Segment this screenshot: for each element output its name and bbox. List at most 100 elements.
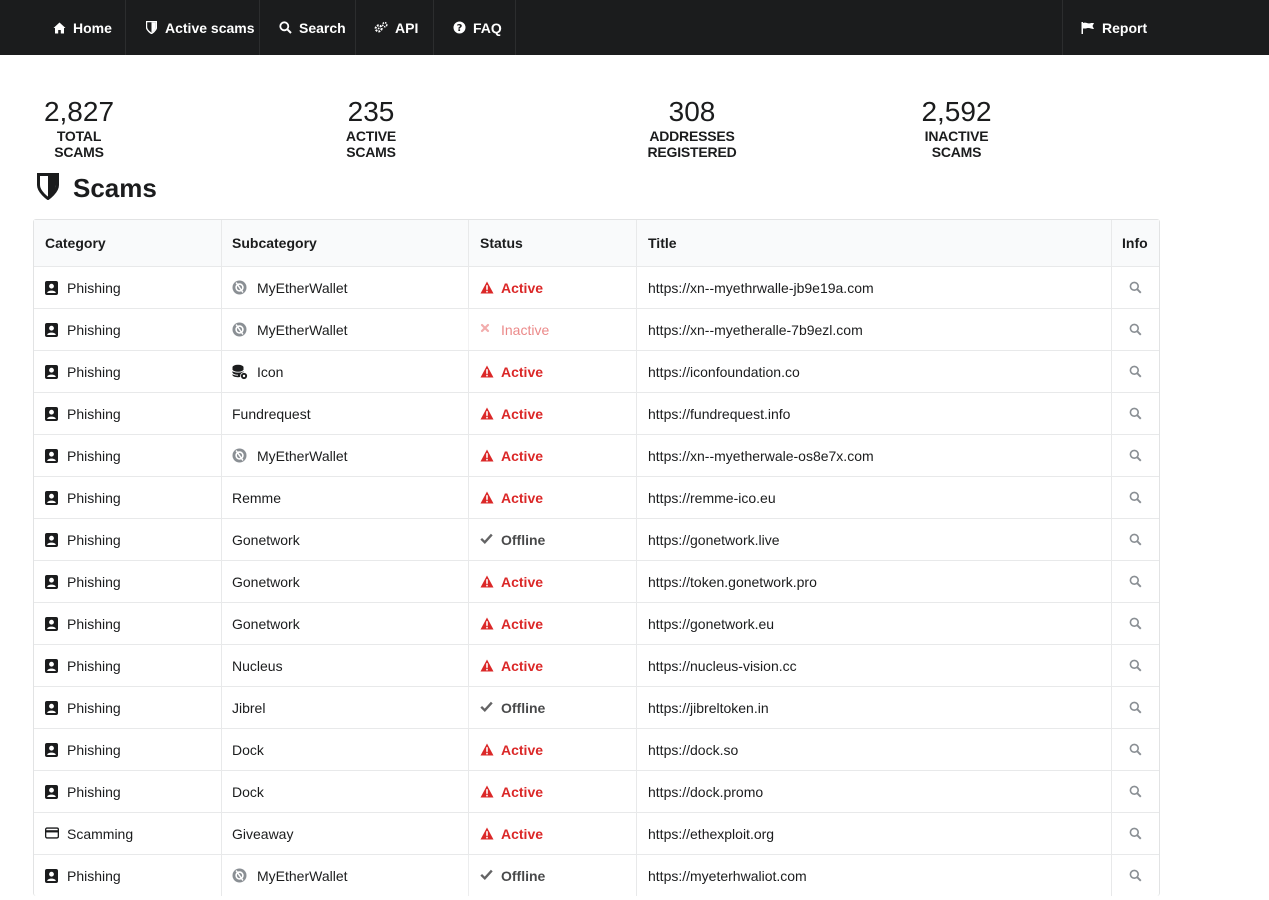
search-icon[interactable] — [1129, 785, 1143, 799]
cell-info — [1111, 645, 1159, 686]
table-row[interactable]: Phishing Jibrel Offline https://jibrelto… — [34, 686, 1159, 728]
table-row[interactable]: Phishing Fundrequest Active https://fund… — [34, 392, 1159, 434]
search-icon[interactable] — [1129, 617, 1143, 631]
user-badge-icon — [45, 448, 59, 463]
title-url[interactable]: https://ethexploit.org — [648, 826, 774, 842]
category-label: Scamming — [67, 825, 134, 842]
search-icon[interactable] — [1129, 575, 1143, 589]
search-icon[interactable] — [1129, 659, 1143, 673]
table-row[interactable]: Phishing Gonetwork Active https://token.… — [34, 560, 1159, 602]
stat-value: 308 — [668, 96, 716, 127]
search-icon[interactable] — [1129, 281, 1143, 295]
cell-status: Active — [468, 771, 636, 812]
subcategory-label: Gonetwork — [232, 573, 300, 590]
table-row[interactable]: Scamming Giveaway Active https://ethexpl… — [34, 812, 1159, 854]
title-url[interactable]: https://nucleus-vision.cc — [648, 658, 797, 674]
column-header-title[interactable]: Title — [636, 220, 1111, 266]
title-url[interactable]: https://token.gonetwork.pro — [648, 574, 817, 590]
cell-subcategory: MyEtherWallet — [221, 309, 468, 350]
cell-title: https://fundrequest.info — [636, 393, 1111, 434]
category-label: Phishing — [67, 867, 121, 884]
cell-title: https://xn--myetherwale-os8e7x.com — [636, 435, 1111, 476]
search-icon[interactable] — [1129, 365, 1143, 379]
table-row[interactable]: Phishing MyEtherWallet Offline https://m… — [34, 854, 1159, 896]
cell-category: Scamming — [34, 813, 221, 854]
search-icon[interactable] — [1129, 869, 1143, 883]
table-row[interactable]: Phishing Gonetwork Offline https://gonet… — [34, 518, 1159, 560]
stat-inactive-scams: 2,592 INACTIVE SCAMS — [899, 96, 1014, 160]
status-label: Offline — [501, 531, 546, 548]
nav-faq[interactable]: ? FAQ — [436, 0, 518, 55]
cell-category: Phishing — [34, 855, 221, 896]
user-badge-icon — [45, 784, 59, 799]
cell-title: https://dock.promo — [636, 771, 1111, 812]
nav-active-scams[interactable]: Active scams — [128, 0, 271, 55]
cell-info — [1111, 267, 1159, 308]
warning-icon — [480, 743, 494, 757]
search-icon[interactable] — [1129, 323, 1143, 337]
table-row[interactable]: Phishing Gonetwork Active https://gonetw… — [34, 602, 1159, 644]
status-label: Offline — [501, 699, 546, 716]
nav-home[interactable]: Home — [36, 0, 128, 55]
user-badge-icon — [45, 364, 59, 379]
search-icon[interactable] — [1129, 407, 1143, 421]
table-row[interactable]: Phishing Dock Active https://dock.promo — [34, 770, 1159, 812]
status-label: Active — [501, 825, 544, 842]
subcategory-label: Gonetwork — [232, 531, 300, 548]
search-icon — [278, 21, 292, 35]
title-url[interactable]: https://xn--myetheralle-7b9ezl.com — [648, 322, 863, 338]
subcategory-label: MyEtherWallet — [257, 447, 348, 464]
title-url[interactable]: https://xn--myethrwalle-jb9e19a.com — [648, 280, 874, 296]
subcategory-label: MyEtherWallet — [257, 867, 348, 884]
user-badge-icon — [45, 574, 59, 589]
cell-title: https://jibreltoken.in — [636, 687, 1111, 728]
nav-search[interactable]: Search — [262, 0, 362, 55]
cell-status: Active — [468, 729, 636, 770]
column-header-info[interactable]: Info — [1111, 220, 1159, 266]
nav-report[interactable]: Report — [1065, 0, 1163, 55]
title-url[interactable]: https://gonetwork.eu — [648, 616, 774, 632]
title-url[interactable]: https://iconfoundation.co — [648, 364, 800, 380]
table-row[interactable]: Phishing MyEtherWallet Active https://xn… — [34, 434, 1159, 476]
table-row[interactable]: Phishing Remme Active https://remme-ico.… — [34, 476, 1159, 518]
cell-title: https://token.gonetwork.pro — [636, 561, 1111, 602]
title-url[interactable]: https://dock.so — [648, 742, 738, 758]
category-label: Phishing — [67, 615, 121, 632]
title-url[interactable]: https://gonetwork.live — [648, 532, 780, 548]
title-url[interactable]: https://dock.promo — [648, 784, 763, 800]
column-header-subcategory[interactable]: Subcategory — [221, 220, 468, 266]
status-label: Offline — [501, 867, 546, 884]
search-icon[interactable] — [1129, 491, 1143, 505]
search-icon[interactable] — [1129, 533, 1143, 547]
title-url[interactable]: https://jibreltoken.in — [648, 700, 769, 716]
cell-category: Phishing — [34, 645, 221, 686]
cell-title: https://ethexploit.org — [636, 813, 1111, 854]
nav-api[interactable]: API — [358, 0, 434, 55]
table-row[interactable]: Phishing Icon Active https://iconfoundat… — [34, 350, 1159, 392]
column-header-category[interactable]: Category — [34, 220, 221, 266]
table-row[interactable]: Phishing Nucleus Active https://nucleus-… — [34, 644, 1159, 686]
category-label: Phishing — [67, 741, 121, 758]
user-badge-icon — [45, 532, 59, 547]
svg-text:?: ? — [456, 23, 462, 34]
title-url[interactable]: https://xn--myetherwale-os8e7x.com — [648, 448, 874, 464]
cell-info — [1111, 393, 1159, 434]
title-url[interactable]: https://remme-ico.eu — [648, 490, 776, 506]
title-url[interactable]: https://fundrequest.info — [648, 406, 790, 422]
warning-icon — [480, 785, 494, 799]
cell-category: Phishing — [34, 477, 221, 518]
search-icon[interactable] — [1129, 701, 1143, 715]
column-header-status[interactable]: Status — [468, 220, 636, 266]
table-row[interactable]: Phishing MyEtherWallet Inactive https://… — [34, 308, 1159, 350]
nav-active-scams-label: Active scams — [165, 19, 255, 36]
table-row[interactable]: Phishing MyEtherWallet Active https://xn… — [34, 266, 1159, 308]
search-icon[interactable] — [1129, 449, 1143, 463]
subcategory-label: Dock — [232, 741, 264, 758]
search-icon[interactable] — [1129, 743, 1143, 757]
warning-icon — [480, 659, 494, 673]
search-icon[interactable] — [1129, 827, 1143, 841]
cell-category: Phishing — [34, 351, 221, 392]
table-row[interactable]: Phishing Dock Active https://dock.so — [34, 728, 1159, 770]
flag-icon — [1081, 21, 1095, 35]
title-url[interactable]: https://myeterhwaliot.com — [648, 868, 807, 884]
